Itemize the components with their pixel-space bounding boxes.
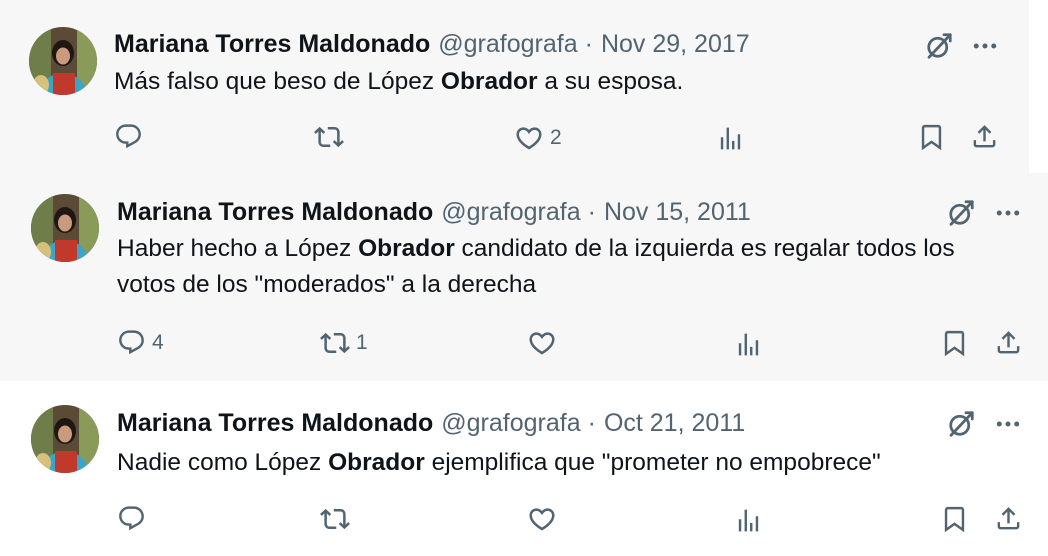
tweet-text-after: a su esposa. — [537, 68, 684, 95]
grok-icon[interactable] — [924, 31, 954, 61]
tweet-date[interactable]: Oct 21, 2011 — [604, 407, 745, 439]
repost-button[interactable] — [320, 504, 356, 534]
views-icon — [720, 127, 741, 150]
reply-count: 4 — [152, 330, 164, 354]
tweet-text-before: Haber hecho a López — [117, 235, 359, 262]
repost-icon — [314, 126, 344, 148]
author-handle[interactable]: @grafografa — [438, 28, 577, 60]
bookmark-button[interactable] — [940, 328, 969, 358]
like-button[interactable]: 2 — [514, 123, 562, 153]
tweet-text-highlight: Obrador — [358, 235, 455, 262]
like-button[interactable] — [527, 504, 563, 534]
tweet-header: Mariana Torres Maldonado @grafografa · N… — [114, 28, 750, 60]
tweet-text: Haber hecho a López Obrador candidato de… — [117, 231, 997, 303]
like-icon — [529, 332, 555, 355]
author-name[interactable]: Mariana Torres Maldonado — [114, 28, 430, 60]
views-button[interactable] — [734, 506, 763, 535]
author-handle[interactable]: @grafografa — [441, 407, 580, 439]
separator: · — [587, 198, 596, 226]
reply-icon — [119, 506, 144, 531]
share-icon — [997, 507, 1020, 530]
author-handle[interactable]: @grafografa — [441, 196, 580, 228]
tweet-text-after: ejemplifica que "prometer no empobrece" — [424, 449, 881, 476]
tweet-text-before: Nadie como López — [117, 449, 329, 476]
grok-icon[interactable] — [946, 409, 976, 439]
tweet-text-highlight: Obrador — [328, 449, 425, 476]
reply-button[interactable]: 4 — [117, 328, 164, 357]
like-count: 2 — [550, 126, 562, 149]
share-button[interactable] — [970, 122, 999, 151]
avatar[interactable] — [31, 405, 99, 473]
reply-icon — [119, 330, 144, 355]
tweet[interactable]: Mariana Torres Maldonado @grafografa · O… — [0, 384, 1048, 556]
more-icon[interactable] — [993, 198, 1023, 228]
tweet[interactable]: Mariana Torres Maldonado @grafografa · N… — [0, 173, 1048, 381]
reply-button[interactable] — [117, 504, 152, 533]
separator: · — [584, 30, 593, 58]
tweet[interactable]: Mariana Torres Maldonado @grafografa · N… — [0, 0, 1029, 178]
bookmark-icon — [921, 124, 942, 151]
avatar[interactable] — [29, 27, 97, 95]
separator: · — [587, 409, 596, 437]
more-icon[interactable] — [993, 409, 1023, 439]
bookmark-icon — [944, 506, 965, 533]
author-name[interactable]: Mariana Torres Maldonado — [117, 407, 433, 439]
repost-count: 1 — [356, 331, 368, 354]
views-button[interactable] — [716, 124, 745, 153]
tweet-text-highlight: Obrador — [440, 68, 538, 95]
share-button[interactable] — [994, 504, 1023, 533]
grok-icon[interactable] — [946, 198, 976, 228]
views-icon — [738, 333, 759, 356]
reply-icon — [116, 124, 141, 149]
views-button[interactable] — [734, 330, 763, 359]
repost-button[interactable]: 1 — [320, 328, 368, 358]
repost-button[interactable] — [314, 122, 350, 152]
share-icon — [973, 125, 996, 148]
tweet-header: Mariana Torres Maldonado @grafografa · O… — [117, 407, 745, 439]
tweet-header: Mariana Torres Maldonado @grafografa · N… — [117, 196, 751, 228]
tweet-date[interactable]: Nov 29, 2017 — [601, 28, 750, 60]
reply-button[interactable] — [114, 122, 149, 151]
like-button[interactable] — [527, 328, 563, 358]
like-icon — [516, 127, 542, 150]
avatar[interactable] — [31, 194, 99, 262]
repost-icon — [320, 332, 350, 354]
repost-icon — [320, 508, 350, 530]
tweet-text: Más falso que beso de López Obrador a su… — [114, 64, 994, 100]
tweet-text: Nadie como López Obrador ejemplifica que… — [117, 445, 997, 481]
share-icon — [997, 331, 1020, 354]
more-icon[interactable] — [970, 31, 1000, 61]
like-icon — [529, 508, 555, 531]
bookmark-button[interactable] — [940, 504, 969, 534]
share-button[interactable] — [994, 328, 1023, 357]
tweet-text-before: Más falso que beso de López — [114, 68, 441, 95]
tweet-date[interactable]: Nov 15, 2011 — [604, 196, 751, 228]
bookmark-icon — [944, 330, 965, 357]
views-icon — [738, 509, 759, 532]
bookmark-button[interactable] — [917, 122, 946, 152]
author-name[interactable]: Mariana Torres Maldonado — [117, 196, 433, 228]
